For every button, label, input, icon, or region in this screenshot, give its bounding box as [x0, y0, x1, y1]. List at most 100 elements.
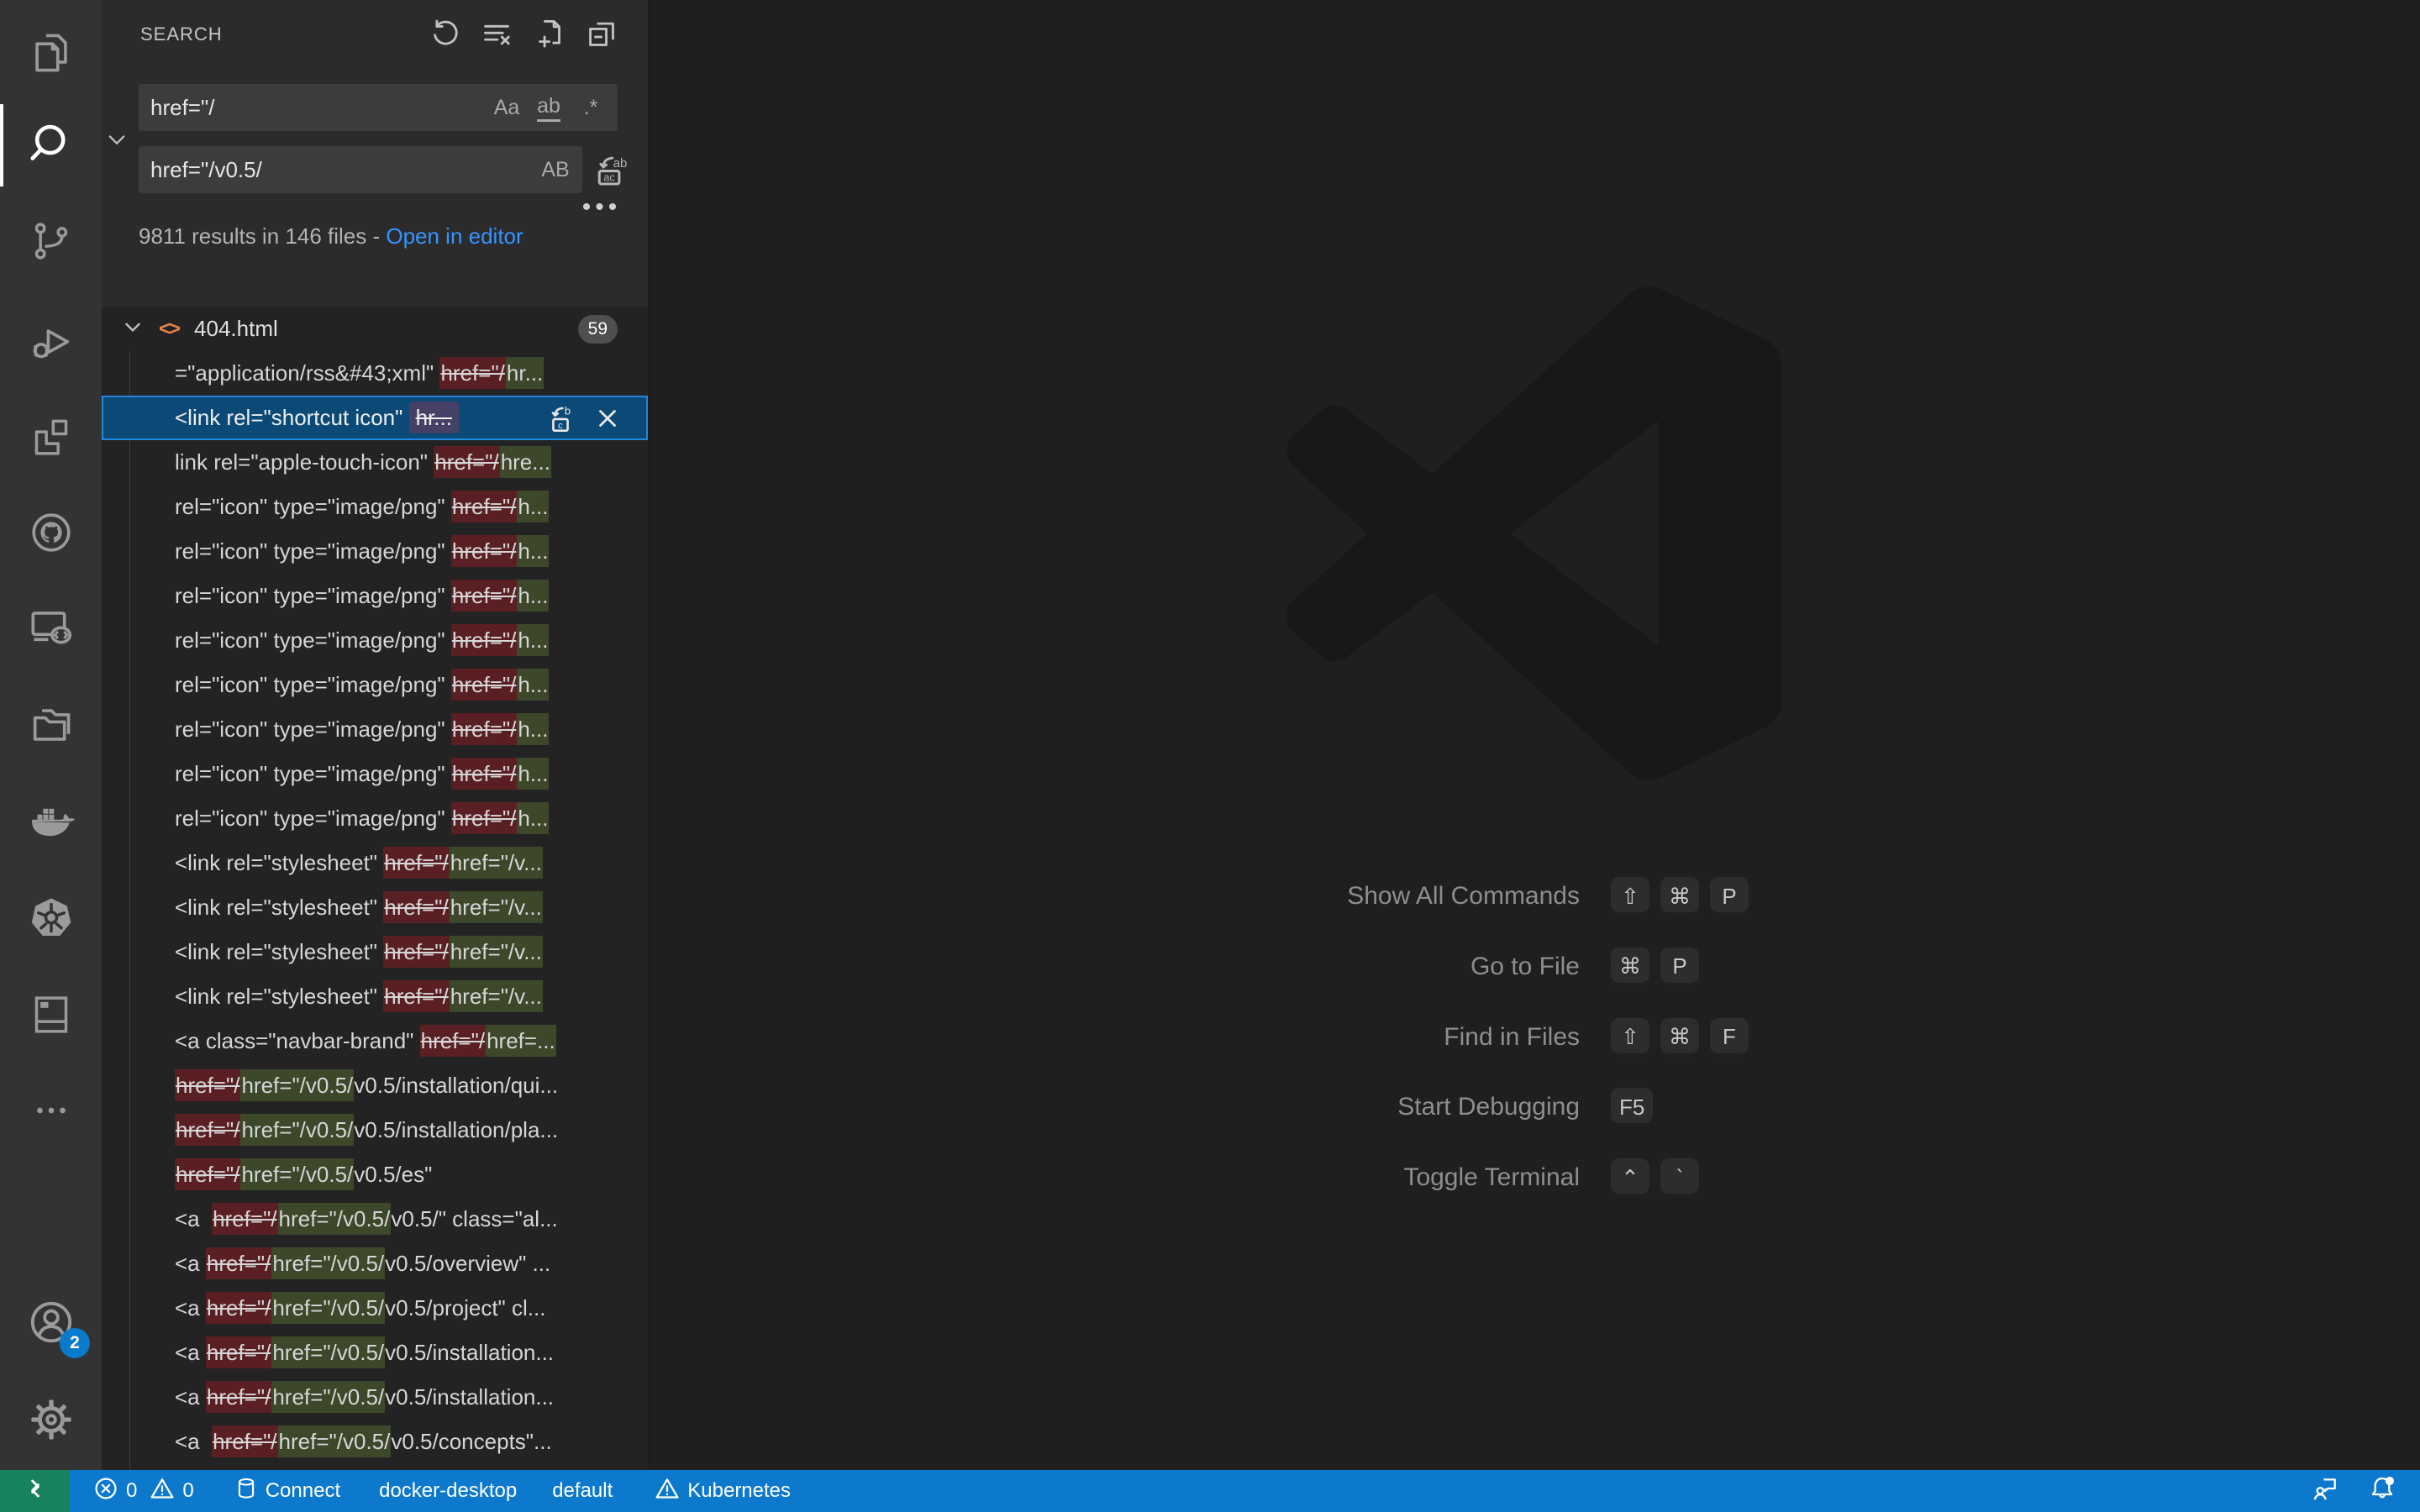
problems-button[interactable]: 0 0	[93, 1476, 194, 1507]
search-result-row[interactable]: <a class="navbar-brand" href="/href=...	[102, 1019, 648, 1063]
search-result-row[interactable]: <link rel="stylesheet" href="/href="/v..…	[102, 841, 648, 885]
status-bar: 0 0 Connect docker-desktop default Kuber…	[0, 1470, 2420, 1512]
search-result-row[interactable]: <a href="/href="/v0.5/v0.5/installation.…	[102, 1375, 648, 1420]
regex-toggle[interactable]: .*	[572, 89, 609, 126]
search-result-row[interactable]: ="application/rss&#43;xml" href="/hr...	[102, 351, 648, 396]
search-result-row[interactable]: <a href="/href="/v0.5/v0.5/project" cl..…	[102, 1286, 648, 1331]
toggle-replace-button[interactable]	[103, 126, 130, 153]
match-text: href="/	[451, 802, 517, 834]
search-result-row[interactable]: <link rel="shortcut icon" hr...bc	[102, 396, 648, 440]
match-text: href="/	[451, 669, 517, 701]
search-input[interactable]: href="/ Aa ab .*	[139, 84, 618, 131]
search-result-row[interactable]: <a href="/href="/v0.5/v0.5/concepts"...	[102, 1420, 648, 1464]
sidebar-item-github[interactable]	[0, 488, 102, 577]
sidebar-item-kubernetes[interactable]	[0, 874, 102, 963]
replace-preview-text: href="/v0.5/	[271, 1381, 385, 1413]
collapse-all-button[interactable]	[583, 15, 620, 52]
accounts-button[interactable]: 2	[0, 1278, 102, 1367]
search-result-row[interactable]: rel="icon" type="image/png" href="/h...	[102, 618, 648, 663]
sidebar-item-extensions[interactable]	[0, 392, 102, 481]
search-result-row[interactable]: rel="icon" type="image/png" href="/h...	[102, 752, 648, 796]
match-case-toggle[interactable]: Aa	[488, 89, 525, 126]
replace-preview-text: href="/v...	[450, 847, 543, 879]
match-text: href="/	[451, 535, 517, 567]
sidebar-item-run-debug[interactable]	[0, 298, 102, 387]
search-result-row[interactable]: <link rel="stylesheet" href="/href="/v..…	[102, 974, 648, 1019]
sidebar-item-source-control[interactable]	[0, 197, 102, 286]
notifications-bell-icon[interactable]	[2368, 1474, 2396, 1509]
kubernetes-warning-icon	[655, 1476, 680, 1507]
preserve-case-toggle[interactable]: AB	[537, 151, 574, 188]
new-search-editor-button[interactable]	[533, 15, 570, 52]
result-text: v0.5/es"	[354, 1162, 432, 1187]
result-text: rel="icon" type="image/png"	[175, 717, 451, 742]
search-result-row[interactable]: <a href="/href="/v0.5/v0.5/overview" ...	[102, 1242, 648, 1286]
replace-match-button[interactable]: bc	[544, 402, 577, 435]
sidebar-item-containers[interactable]	[0, 970, 102, 1059]
match-text: href="/	[383, 936, 449, 968]
kubernetes-context-button[interactable]: Kubernetes	[655, 1476, 791, 1507]
chevron-down-icon	[122, 316, 147, 342]
result-text: rel="icon" type="image/png"	[175, 761, 451, 786]
dismiss-match-button[interactable]	[591, 402, 624, 435]
sidebar-item-explorer[interactable]	[0, 8, 102, 97]
sidebar-item-remote-explorer[interactable]	[0, 584, 102, 673]
namespace-button[interactable]: default	[552, 1479, 613, 1503]
panel-title: SEARCH	[140, 24, 223, 45]
search-result-row[interactable]: rel="icon" type="image/png" href="/h...	[102, 529, 648, 574]
search-icon	[25, 119, 77, 171]
remote-indicator-button[interactable]	[0, 1470, 70, 1512]
match-text: href="/	[451, 491, 517, 522]
search-result-row[interactable]: <a href="/href="/v0.5/v0.5/" class="al..…	[102, 1197, 648, 1242]
search-result-row[interactable]: href="/href="/v0.5/v0.5/installation/qui…	[102, 1063, 648, 1108]
settings-button[interactable]	[0, 1375, 102, 1464]
docker-icon	[25, 795, 77, 847]
replace-input[interactable]: href="/v0.5/ AB	[139, 146, 582, 193]
open-in-editor-link[interactable]: Open in editor	[386, 223, 523, 249]
replace-preview-text: h...	[517, 535, 549, 567]
keyboard-key: P	[1710, 877, 1749, 916]
search-result-row[interactable]: link rel="apple-touch-icon" href="/hre..…	[102, 440, 648, 485]
remote-explorer-icon	[27, 604, 76, 653]
sqltools-connect-button[interactable]: Connect	[234, 1477, 340, 1506]
search-result-row[interactable]: rel="icon" type="image/png" href="/h...	[102, 707, 648, 752]
search-results-area: <> 404.html 59 ="application/rss&#43;xml…	[102, 307, 648, 1470]
replace-preview-text: href="/v0.5/	[278, 1203, 392, 1235]
search-result-row[interactable]: rel="icon" type="image/png" href="/h...	[102, 485, 648, 529]
clear-search-results-button[interactable]	[478, 15, 515, 52]
match-text: href="/	[383, 847, 449, 879]
whole-word-toggle[interactable]: ab	[530, 89, 567, 126]
search-result-row[interactable]: href="/href="/v0.5/v0.5/installation/pla…	[102, 1108, 648, 1152]
replace-preview-text: h...	[517, 491, 549, 522]
search-result-row[interactable]: rel="icon" type="image/png" href="/h...	[102, 663, 648, 707]
containers-icon	[28, 991, 75, 1038]
search-result-row[interactable]: rel="icon" type="image/png" href="/h...	[102, 574, 648, 618]
replace-all-button[interactable]: abac	[592, 151, 630, 190]
explorer-files-icon	[27, 29, 76, 77]
refresh-button[interactable]	[428, 15, 465, 52]
more-icon	[30, 1089, 72, 1131]
search-result-row[interactable]: rel="icon" type="image/png" href="/h...	[102, 796, 648, 841]
warnings-icon	[150, 1476, 175, 1507]
vscode-logo-watermark	[1282, 286, 1786, 785]
replace-preview-text: hr...	[506, 357, 544, 389]
shortcut-label: Toggle Terminal	[650, 1163, 1580, 1192]
feedback-button[interactable]	[2311, 1474, 2339, 1509]
search-result-row[interactable]: href="/href="/v0.5/v0.5/es"	[102, 1152, 648, 1197]
replace-preview-text: href="/v0.5/	[240, 1158, 354, 1190]
file-result-row[interactable]: <> 404.html 59	[102, 307, 648, 351]
docker-context-button[interactable]: docker-desktop	[379, 1479, 517, 1503]
search-result-row[interactable]: <a href="/href="/v0.5/v0.5/installation.…	[102, 1331, 648, 1375]
sidebar-item-folders[interactable]	[0, 680, 102, 769]
sidebar-item-more[interactable]	[0, 1066, 102, 1155]
sidebar-item-search[interactable]	[0, 101, 102, 190]
search-result-row[interactable]: <link rel="stylesheet" href="/href="/v..…	[102, 930, 648, 974]
result-text: <link rel="stylesheet"	[175, 895, 383, 920]
toggle-search-details-button[interactable]: •••	[577, 193, 626, 223]
match-text: href="/	[206, 1381, 271, 1413]
settings-gear-icon	[27, 1395, 76, 1444]
search-result-row[interactable]: <link rel="stylesheet" href="/href="/v..…	[102, 885, 648, 930]
sidebar-item-docker[interactable]	[0, 776, 102, 865]
keyboard-key: ⌘	[1660, 1018, 1699, 1057]
keyboard-key: ⇧	[1611, 877, 1649, 916]
